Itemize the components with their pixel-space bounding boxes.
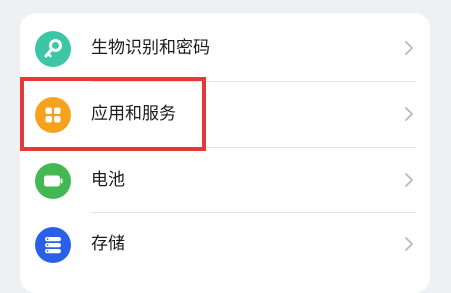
chevron-right-icon bbox=[405, 173, 413, 187]
settings-item-label: 应用和服务 bbox=[91, 104, 176, 124]
battery-icon bbox=[35, 163, 71, 199]
storage-icon bbox=[35, 227, 71, 263]
chevron-right-icon bbox=[405, 107, 413, 121]
settings-card: 生物识别和密码 应用和服务 电池 存储 bbox=[20, 13, 430, 293]
settings-item-biometrics-password[interactable]: 生物识别和密码 bbox=[20, 16, 430, 80]
settings-item-storage[interactable]: 存储 bbox=[20, 212, 430, 276]
key-icon bbox=[35, 31, 71, 67]
settings-item-label: 电池 bbox=[91, 170, 125, 190]
settings-item-battery[interactable]: 电池 bbox=[20, 148, 430, 212]
settings-item-apps-services[interactable]: 应用和服务 bbox=[20, 82, 430, 146]
settings-item-label: 存储 bbox=[91, 234, 125, 254]
apps-grid-icon bbox=[35, 97, 71, 133]
chevron-right-icon bbox=[405, 41, 413, 55]
chevron-right-icon bbox=[405, 237, 413, 251]
settings-item-label: 生物识别和密码 bbox=[91, 38, 210, 58]
